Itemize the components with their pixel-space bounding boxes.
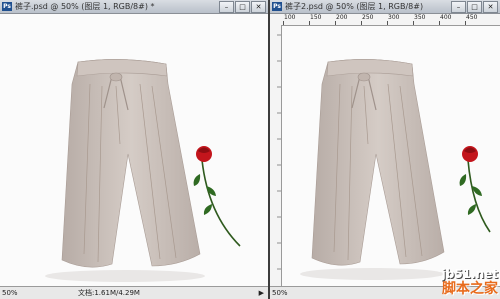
horizontal-ruler[interactable]: 100 150 200 250 300 350 400 450 [270, 14, 500, 26]
maximize-button[interactable]: □ [467, 1, 482, 13]
pants-image [45, 59, 205, 282]
rose-image [193, 146, 241, 247]
window-controls-right: – □ ✕ [451, 1, 498, 13]
document-window-left[interactable]: Ps 裤子.psd @ 50% (图层 1, RGB/8#) * – □ ✕ 5… [0, 0, 268, 299]
close-button[interactable]: ✕ [483, 1, 498, 13]
vertical-ruler-ticks [277, 34, 281, 270]
document-canvas-right[interactable] [282, 26, 500, 286]
photoshop-icon: Ps [2, 2, 12, 11]
maximize-button[interactable]: □ [235, 1, 250, 13]
ruler-tick [335, 21, 336, 25]
canvas-artwork-left [45, 59, 241, 282]
document-title-left: 裤子.psd @ 50% (图层 1, RGB/8#) * [15, 2, 155, 11]
document-title-right: 裤子2.psd @ 50% (图层 1, RGB/8#) [285, 2, 424, 11]
ruler-label: 100 [284, 14, 296, 21]
ruler-label: 250 [362, 14, 374, 21]
zoom-level-left[interactable]: 50% [2, 287, 18, 299]
zoom-level-right[interactable]: 50% [272, 287, 288, 299]
ruler-tick [387, 21, 388, 25]
rose-image [459, 146, 491, 233]
photoshop-icon: Ps [272, 2, 282, 11]
document-info[interactable]: 文档:1.61M/4.29M [78, 287, 140, 299]
status-bar-left: 50% 文档:1.61M/4.29M ▶ [0, 286, 268, 299]
ruler-tick [465, 21, 466, 25]
ruler-tick [439, 21, 440, 25]
triangle-right-icon[interactable]: ▶ [259, 287, 264, 299]
ruler-label: 400 [440, 14, 452, 21]
pants-image [300, 59, 445, 280]
ruler-label: 350 [414, 14, 426, 21]
document-window-right[interactable]: Ps 裤子2.psd @ 50% (图层 1, RGB/8#) – □ ✕ 10… [270, 0, 500, 299]
document-tab-left[interactable]: Ps 裤子.psd @ 50% (图层 1, RGB/8#) * – □ ✕ [0, 0, 268, 14]
ruler-label: 450 [466, 14, 478, 21]
canvas-artwork-right [300, 59, 491, 280]
close-button[interactable]: ✕ [251, 1, 266, 13]
ruler-tick [361, 21, 362, 25]
watermark-url: jb51.net [441, 267, 498, 281]
ruler-tick [309, 21, 310, 25]
ruler-tick [283, 21, 284, 25]
minimize-button[interactable]: – [451, 1, 466, 13]
document-tab-right[interactable]: Ps 裤子2.psd @ 50% (图层 1, RGB/8#) – □ ✕ [270, 0, 500, 14]
vertical-ruler[interactable] [270, 25, 282, 287]
ruler-label: 200 [336, 14, 348, 21]
ruler-label: 300 [388, 14, 400, 21]
document-canvas-left[interactable] [0, 14, 268, 286]
window-controls-left: – □ ✕ [219, 1, 266, 13]
ruler-tick [413, 21, 414, 25]
site-watermark: jb51.net 脚本之家 [442, 267, 498, 297]
ruler-label: 150 [310, 14, 322, 21]
minimize-button[interactable]: – [219, 1, 234, 13]
watermark-site-name: 脚本之家 [442, 281, 498, 297]
